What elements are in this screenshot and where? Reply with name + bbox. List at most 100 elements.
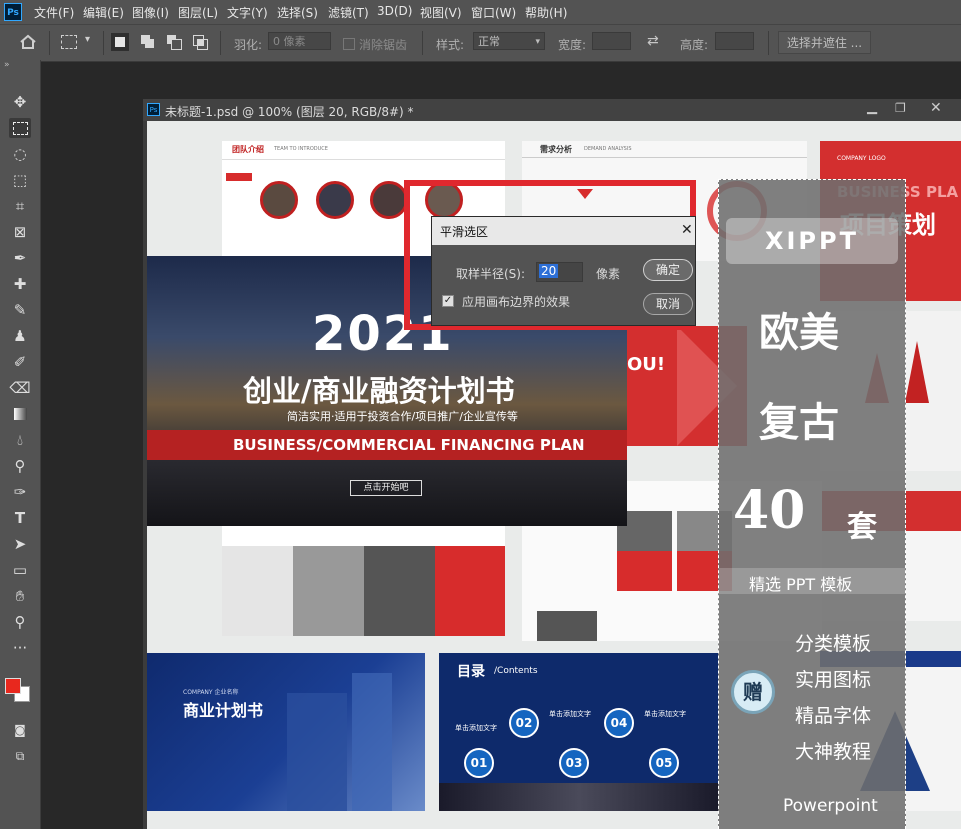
brush-tool-icon[interactable]: ✎ xyxy=(9,300,31,320)
crop-tool-icon[interactable]: ⌗ xyxy=(9,196,31,216)
zoom-tool-icon[interactable]: ⚲ xyxy=(9,612,31,632)
menu-3d[interactable]: 3D(D) xyxy=(377,4,412,18)
ok-button[interactable]: 确定 xyxy=(643,259,693,281)
home-icon[interactable] xyxy=(19,34,37,50)
type-tool-icon[interactable]: T xyxy=(9,508,31,528)
minimize-icon[interactable]: ▁ xyxy=(867,100,877,115)
brand-badge: XIPPT xyxy=(726,218,898,264)
move-tool-icon[interactable]: ✥ xyxy=(9,92,31,112)
hero-banner: BUSINESS/COMMERCIAL FINANCING PLAN xyxy=(147,430,627,460)
radius-unit: 像素 xyxy=(596,267,621,281)
menu-layer[interactable]: 图层(L) xyxy=(178,4,218,21)
gift-item: 实用图标 xyxy=(795,669,872,691)
eyedropper-tool-icon[interactable]: ✒ xyxy=(9,248,31,268)
clone-stamp-tool-icon[interactable]: ♟ xyxy=(9,326,31,346)
promo-tag: 精选 PPT 模板 xyxy=(749,575,853,594)
blur-tool-icon[interactable]: 💧︎ xyxy=(9,430,31,450)
document-title-bar[interactable]: Ps 未标题-1.psd @ 100% (图层 20, RGB/8#) * ▁ … xyxy=(143,99,961,121)
menu-type[interactable]: 文字(Y) xyxy=(227,4,268,21)
dialog-title-bar[interactable]: 平滑选区 ✕ xyxy=(432,217,695,245)
height-input[interactable] xyxy=(715,32,754,50)
gift-item: 精品字体 xyxy=(795,705,872,727)
slide-header: 需求分析 xyxy=(540,145,572,154)
pen-tool-icon[interactable]: ✑ xyxy=(9,482,31,502)
business-plan-cover-title: 商业计划书 xyxy=(183,701,264,720)
radius-input[interactable]: 20 xyxy=(536,262,583,282)
feather-input[interactable]: 0 像素 xyxy=(268,32,331,50)
toc-number: 04 xyxy=(604,708,634,738)
foreground-color-swatch[interactable] xyxy=(5,678,21,694)
eraser-tool-icon[interactable]: ⌫ xyxy=(9,378,31,398)
menu-edit[interactable]: 编辑(E) xyxy=(83,4,124,21)
dodge-tool-icon[interactable]: ⚲ xyxy=(9,456,31,476)
options-bar: ▾ 羽化: 0 像素 消除锯齿 样式: 正常 ▾ 宽度: ⇄ 高度: 选择并遮住 … xyxy=(0,24,961,62)
width-input[interactable] xyxy=(592,32,631,50)
add-selection-button[interactable] xyxy=(139,33,157,51)
promo-line2: 复古 xyxy=(759,400,839,446)
menu-window[interactable]: 窗口(W) xyxy=(471,4,516,21)
toc-item: 单击添加文字 xyxy=(455,724,497,732)
maximize-icon[interactable]: ❐ xyxy=(895,101,906,115)
cancel-button[interactable]: 取消 xyxy=(643,293,693,315)
gift-item: 分类模板 xyxy=(795,633,872,655)
ps-document-icon: Ps xyxy=(147,103,160,116)
toc-number: 01 xyxy=(464,748,494,778)
object-selection-tool-icon[interactable]: ⬚ xyxy=(9,170,31,190)
height-label: 高度: xyxy=(680,38,709,52)
swap-icon[interactable]: ⇄ xyxy=(647,33,659,49)
marquee-preset-icon[interactable] xyxy=(61,35,77,49)
menu-filter[interactable]: 滤镜(T) xyxy=(328,4,369,21)
rectangle-tool-icon[interactable]: ▭ xyxy=(9,560,31,580)
style-select[interactable]: 正常 ▾ xyxy=(473,32,545,50)
promo-count: 40 xyxy=(733,480,806,541)
rectangular-marquee-tool-icon[interactable] xyxy=(9,118,31,138)
select-and-mask-button[interactable]: 选择并遮住 ... xyxy=(778,31,871,54)
promo-line1: 欧美 xyxy=(759,310,839,356)
menu-view[interactable]: 视图(V) xyxy=(420,4,462,21)
hero-subtitle: 简洁实用·适用于投资合作/项目推广/企业宣传等 xyxy=(287,410,518,423)
dialog-title: 平滑选区 xyxy=(440,225,489,239)
avatar xyxy=(316,181,354,219)
screen-mode-icon[interactable]: ⧉ xyxy=(9,746,31,766)
close-icon[interactable]: ✕ xyxy=(930,100,942,116)
toc-item: 单击添加文字 xyxy=(549,710,591,718)
path-selection-tool-icon[interactable]: ➤ xyxy=(9,534,31,554)
slide-contents: 目录 /Contents 01 02 03 04 05 单击添加文字 单击添加文… xyxy=(439,653,719,811)
new-selection-button[interactable] xyxy=(111,33,129,51)
promo-count-unit: 套 xyxy=(847,510,877,545)
hero-title: 创业/商业融资计划书 xyxy=(243,374,515,408)
collapse-icon[interactable]: » xyxy=(4,60,10,70)
slide-subheader: TEAM TO INTRODUCE xyxy=(274,146,328,152)
width-label: 宽度: xyxy=(558,38,587,52)
slide-business-plan-cover: COMPANY 企业名称 商业计划书 xyxy=(147,653,425,811)
history-brush-tool-icon[interactable]: ✐ xyxy=(9,352,31,372)
thank-you-text: OU! xyxy=(627,354,666,375)
style-label: 样式: xyxy=(436,38,465,52)
toc-number: 02 xyxy=(509,708,539,738)
slide-subheader: DEMAND ANALYSIS xyxy=(584,146,632,152)
toc-item: 单击添加文字 xyxy=(644,710,686,718)
menu-help[interactable]: 帮助(H) xyxy=(525,4,567,21)
company-logo-text: COMPANY LOGO xyxy=(837,155,886,162)
gradient-tool-icon[interactable] xyxy=(9,404,31,424)
healing-brush-tool-icon[interactable]: ✚ xyxy=(9,274,31,294)
slide-header: 团队介绍 xyxy=(232,145,264,154)
quick-mask-icon[interactable]: ◙ xyxy=(9,720,31,740)
frame-tool-icon[interactable]: ⊠ xyxy=(9,222,31,242)
canvas-edge-checkbox[interactable]: ✓ xyxy=(442,295,454,307)
menu-bar: Ps 文件(F) 编辑(E) 图像(I) 图层(L) 文字(Y) 选择(S) 滤… xyxy=(0,0,961,24)
hand-tool-icon[interactable]: ✋︎ xyxy=(9,586,31,606)
close-icon[interactable]: ✕ xyxy=(681,222,693,238)
more-tools-icon[interactable]: ··· xyxy=(9,638,31,658)
menu-file[interactable]: 文件(F) xyxy=(34,4,74,21)
intersect-selection-button[interactable] xyxy=(191,33,209,51)
lasso-tool-icon[interactable]: ◌ xyxy=(9,144,31,164)
canvas-edge-label: 应用画布边界的效果 xyxy=(462,295,571,309)
menu-select[interactable]: 选择(S) xyxy=(277,4,318,21)
chevron-down-icon[interactable]: ▾ xyxy=(85,34,90,45)
avatar xyxy=(370,181,408,219)
menu-image[interactable]: 图像(I) xyxy=(132,4,169,21)
subtract-selection-button[interactable] xyxy=(165,33,183,51)
antialias-checkbox[interactable] xyxy=(343,38,355,50)
radius-value: 20 xyxy=(539,264,559,278)
